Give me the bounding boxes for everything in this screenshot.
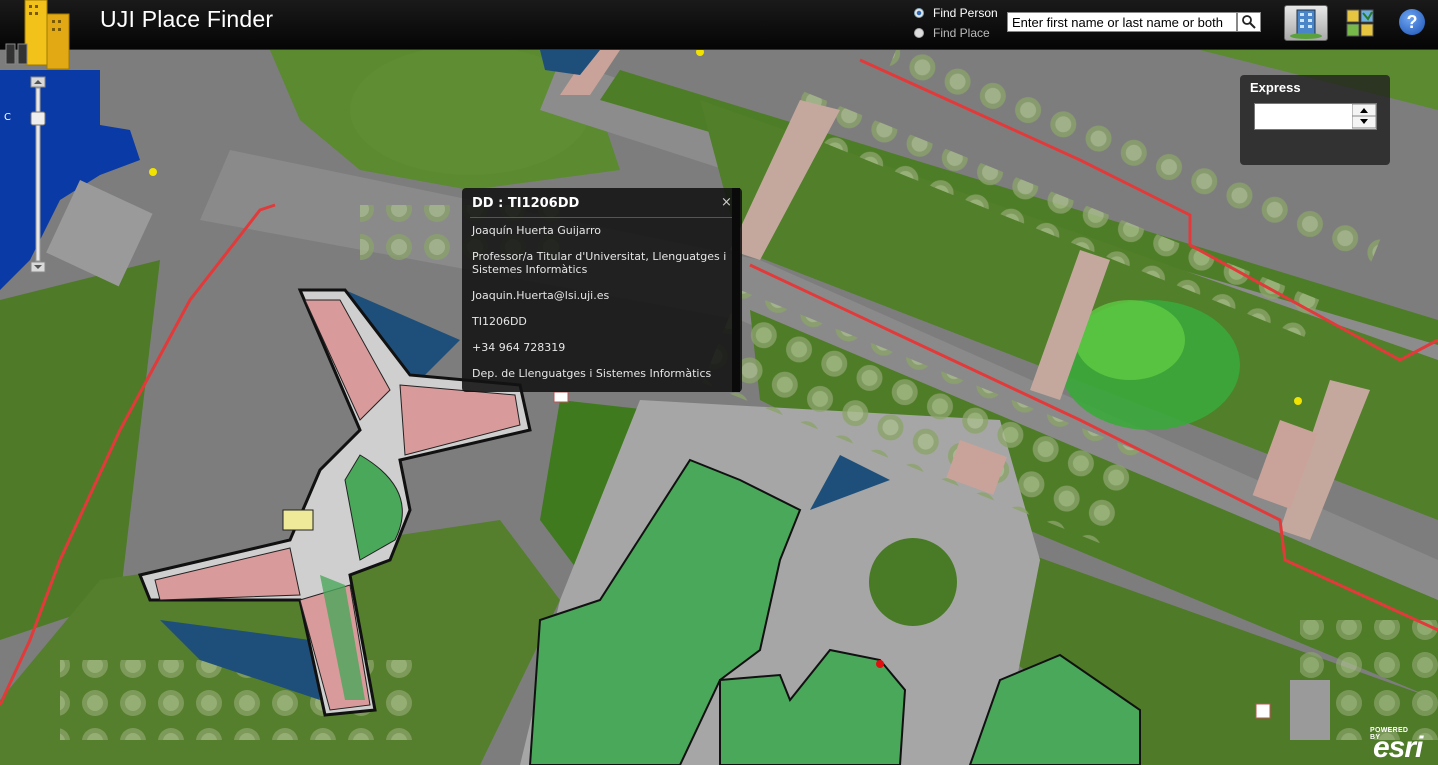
popup-scrollbar[interactable] xyxy=(732,188,740,392)
popup-title: DD : TI1206DD xyxy=(472,196,580,211)
person-name: Joaquín Huerta Guijarro xyxy=(472,224,601,237)
express-spinner[interactable] xyxy=(1254,103,1377,130)
location-pin-icon[interactable] xyxy=(553,391,569,403)
find-place-radio[interactable]: Find Place xyxy=(914,26,990,40)
location-pin-icon[interactable] xyxy=(1255,703,1271,719)
header-bar: UJI Place Finder Find Person Find Place … xyxy=(0,0,1438,70)
map-label: C xyxy=(4,112,11,123)
binoculars-icon xyxy=(5,0,70,70)
map-marker[interactable] xyxy=(149,168,157,176)
person-office: TI1206DD xyxy=(472,315,527,328)
person-department: Dep. de Llenguatges i Sistemes Informàti… xyxy=(472,367,712,380)
popup-divider xyxy=(470,217,732,218)
spinner-buttons xyxy=(1352,104,1376,129)
tree-cluster xyxy=(1075,300,1185,380)
find-place-label: Find Place xyxy=(933,26,990,40)
roundabout-grass xyxy=(869,538,957,626)
map-marker[interactable] xyxy=(876,660,884,668)
zoom-slider[interactable] xyxy=(30,76,46,274)
find-person-radio[interactable]: Find Person xyxy=(914,6,998,20)
person-email[interactable]: Joaquin.Huerta@lsi.uji.es xyxy=(472,289,734,302)
search-input[interactable] xyxy=(1007,12,1237,32)
radio-selected-icon[interactable] xyxy=(914,8,924,18)
app-title: UJI Place Finder xyxy=(100,6,274,32)
zoom-slider-graphic xyxy=(30,76,46,273)
layers-icon[interactable] xyxy=(1346,9,1374,37)
person-position: Professor/a Titular d'Universitat, Lleng… xyxy=(472,250,727,276)
help-icon[interactable]: ? xyxy=(1399,9,1425,35)
express-panel: Express xyxy=(1240,75,1390,165)
grey-building xyxy=(1290,680,1330,740)
close-icon[interactable]: × xyxy=(721,195,732,210)
building-button[interactable] xyxy=(1284,5,1328,41)
radio-unselected-icon[interactable] xyxy=(914,28,924,38)
esri-brand: esri xyxy=(1373,731,1423,764)
express-label: Express xyxy=(1250,80,1301,95)
building-icon xyxy=(1290,9,1322,39)
search-button[interactable] xyxy=(1237,12,1261,32)
search-icon xyxy=(1242,15,1256,29)
zoom-handle[interactable] xyxy=(30,111,46,126)
find-person-label: Find Person xyxy=(933,6,998,20)
info-popup: DD : TI1206DD × Joaquín Huerta Guijarro … xyxy=(462,188,742,392)
person-phone: +34 964 728319 xyxy=(472,341,566,354)
map-marker[interactable] xyxy=(1294,397,1302,405)
